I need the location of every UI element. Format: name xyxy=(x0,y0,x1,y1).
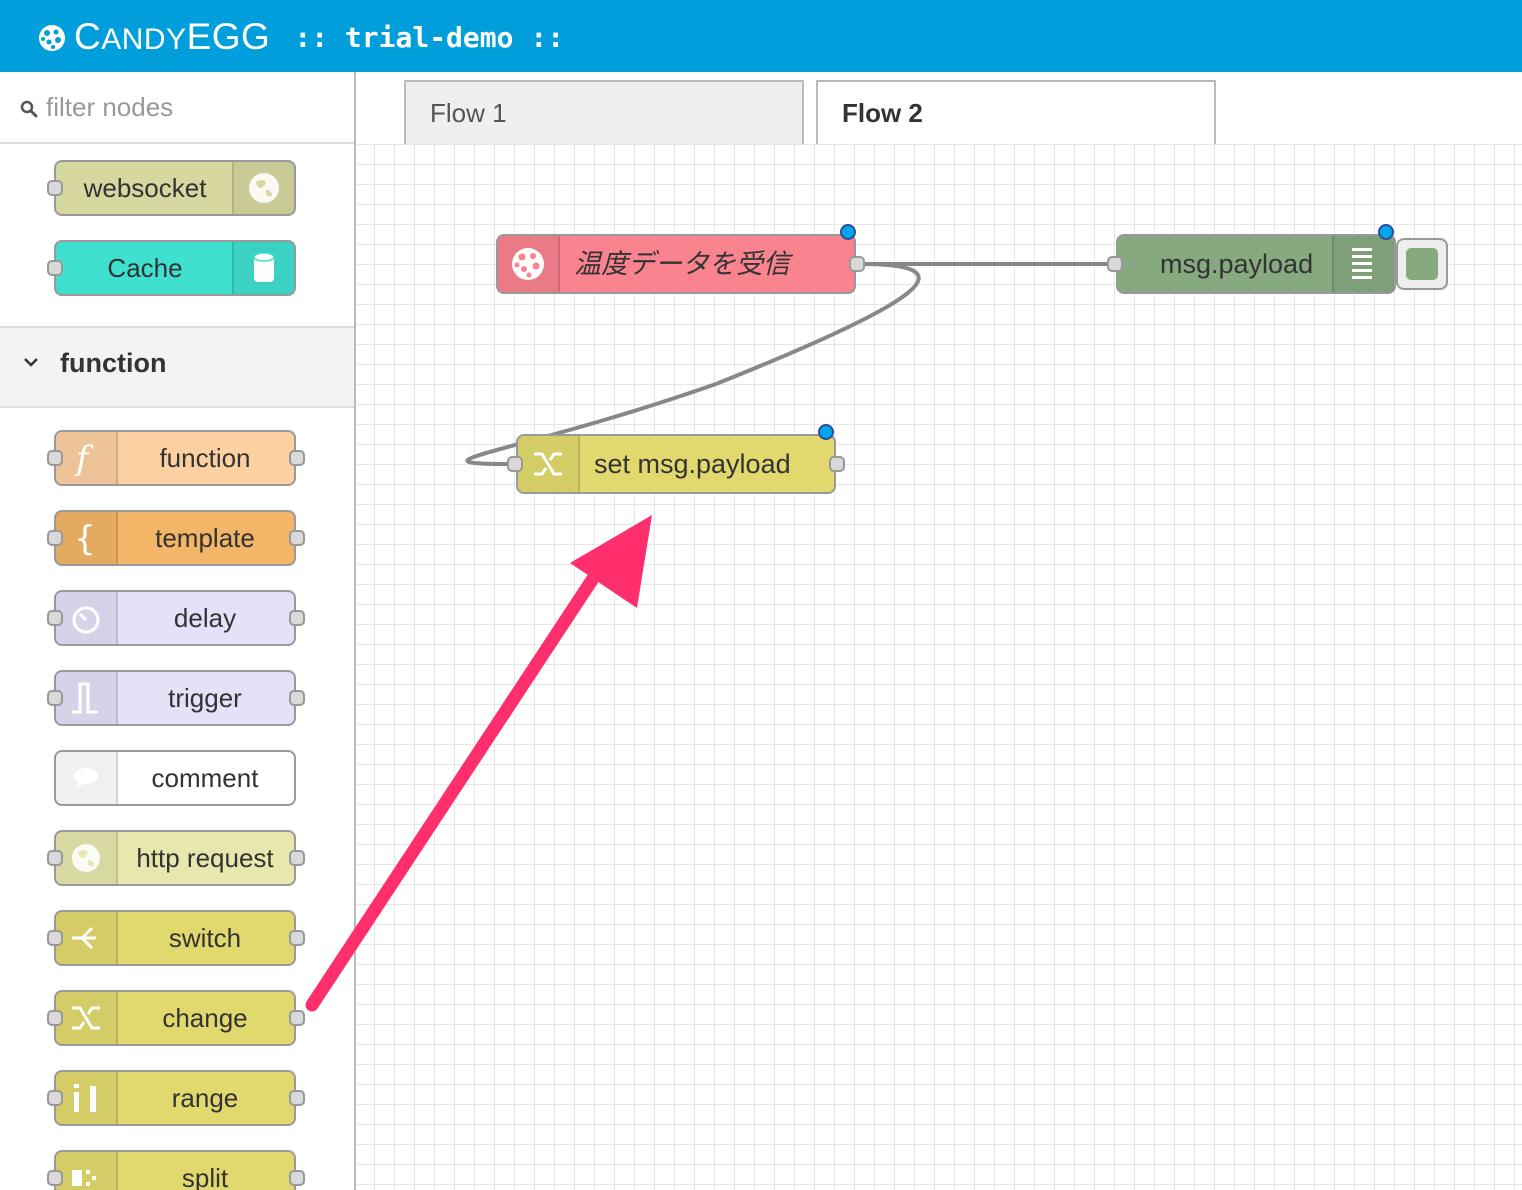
palette-node-label: http request xyxy=(136,843,274,873)
split-icon xyxy=(56,1152,118,1190)
chevron-down-icon xyxy=(24,358,38,367)
palette-node-function[interactable]: f function xyxy=(47,430,305,486)
palette-node-label: range xyxy=(171,1083,239,1113)
filter-nodes-input[interactable] xyxy=(46,86,336,128)
input-port[interactable] xyxy=(47,260,63,276)
flow-node-receive-temperature[interactable]: 温度データを受信 xyxy=(496,224,865,294)
palette-node-websocket[interactable]: websocket xyxy=(47,160,296,216)
shuffle-icon xyxy=(518,436,580,492)
project-name: :: trial-demo :: xyxy=(294,21,565,54)
palette-node-label: change xyxy=(162,1003,248,1033)
input-port[interactable] xyxy=(47,610,63,626)
palette-node-label: websocket xyxy=(83,173,207,203)
globe-icon xyxy=(232,162,294,214)
candyegg-logo[interactable]: CANDYEGG :: trial-demo :: xyxy=(36,15,565,57)
comment-icon xyxy=(56,752,118,804)
palette-node-label: comment xyxy=(151,763,259,793)
input-port[interactable] xyxy=(47,1090,63,1106)
tab-label: Flow 1 xyxy=(430,98,507,128)
range-icon xyxy=(56,1072,118,1124)
output-port[interactable] xyxy=(289,850,305,866)
debug-toggle-button[interactable] xyxy=(1396,238,1448,290)
palette-node-label: switch xyxy=(168,923,242,953)
output-port[interactable] xyxy=(289,530,305,546)
output-port[interactable] xyxy=(289,610,305,626)
palette-node-change[interactable]: change xyxy=(47,990,305,1046)
output-port[interactable] xyxy=(289,930,305,946)
input-port[interactable] xyxy=(47,450,63,466)
svg-text:{: { xyxy=(74,520,96,556)
category-function[interactable]: function xyxy=(0,326,354,408)
node-label: 温度データを受信 xyxy=(574,249,790,279)
palette-node-label: template xyxy=(155,523,255,553)
tab-flow-2[interactable]: Flow 2 xyxy=(816,80,1216,146)
output-port[interactable] xyxy=(849,256,865,272)
tab-label: Flow 2 xyxy=(842,98,923,128)
input-port[interactable] xyxy=(47,1010,63,1026)
palette-node-label: Cache xyxy=(107,253,183,283)
input-port[interactable] xyxy=(47,850,63,866)
palette-node-label: split xyxy=(181,1163,229,1190)
switch-icon xyxy=(56,912,118,964)
palette-node-range[interactable]: range xyxy=(47,1070,305,1126)
node-label: msg.payload xyxy=(1160,249,1314,279)
output-port[interactable] xyxy=(289,690,305,706)
palette-node-switch[interactable]: switch xyxy=(47,910,305,966)
output-port[interactable] xyxy=(289,1010,305,1026)
input-port[interactable] xyxy=(1107,256,1123,272)
flow-wires xyxy=(465,262,1116,466)
app-header: CANDYEGG :: trial-demo :: xyxy=(0,0,1522,72)
workspace-tabs: Flow 1 Flow 2 xyxy=(356,72,1522,146)
input-port[interactable] xyxy=(47,530,63,546)
palette-filter xyxy=(0,72,354,144)
trigger-icon xyxy=(56,672,118,724)
output-port[interactable] xyxy=(289,1170,305,1186)
palette-node-split[interactable]: split xyxy=(47,1150,305,1190)
shuffle-icon xyxy=(56,992,118,1044)
flow-node-debug-msg-payload[interactable]: msg.payload xyxy=(1107,224,1396,294)
brand-name: CANDYEGG xyxy=(74,15,271,57)
palette-node-cache[interactable]: Cache xyxy=(47,240,296,296)
svg-text:f: f xyxy=(73,440,94,476)
input-port[interactable] xyxy=(47,180,63,196)
list-icon xyxy=(1332,236,1394,292)
palette-node-template[interactable]: { template xyxy=(47,510,305,566)
changed-indicator xyxy=(818,424,834,440)
palette-node-delay[interactable]: delay xyxy=(47,590,305,646)
changed-indicator xyxy=(840,224,856,240)
palette-node-http-request[interactable]: http request xyxy=(47,830,305,886)
input-port[interactable] xyxy=(47,930,63,946)
globe-icon xyxy=(56,832,118,884)
palette-node-trigger[interactable]: trigger xyxy=(47,670,305,726)
palette-node-label: trigger xyxy=(168,683,242,713)
flow-node-set-msg-payload[interactable]: set msg.payload xyxy=(507,424,845,494)
palette-node-comment[interactable]: comment xyxy=(54,750,296,806)
node-palette: websocket Cache function f function { te… xyxy=(0,72,356,1190)
candyegg-logo-icon xyxy=(39,25,65,51)
output-port[interactable] xyxy=(829,456,845,472)
tab-flow-1[interactable]: Flow 1 xyxy=(404,80,804,144)
timer-icon xyxy=(56,592,118,644)
palette-node-label: delay xyxy=(173,603,237,633)
input-port[interactable] xyxy=(47,1170,63,1186)
changed-indicator xyxy=(1378,224,1394,240)
braces-icon: { xyxy=(56,512,118,564)
database-icon xyxy=(232,242,294,294)
output-port[interactable] xyxy=(289,450,305,466)
palette-node-label: function xyxy=(159,443,251,473)
node-label: set msg.payload xyxy=(594,449,791,479)
function-icon: f xyxy=(56,432,118,484)
search-icon xyxy=(20,100,38,118)
input-port[interactable] xyxy=(47,690,63,706)
category-title: function xyxy=(60,348,167,378)
candyegg-icon xyxy=(498,236,560,292)
input-port[interactable] xyxy=(507,456,523,472)
flow-workspace[interactable]: 温度データを受信 msg.payload set msg.payload xyxy=(356,144,1522,1190)
output-port[interactable] xyxy=(289,1090,305,1106)
